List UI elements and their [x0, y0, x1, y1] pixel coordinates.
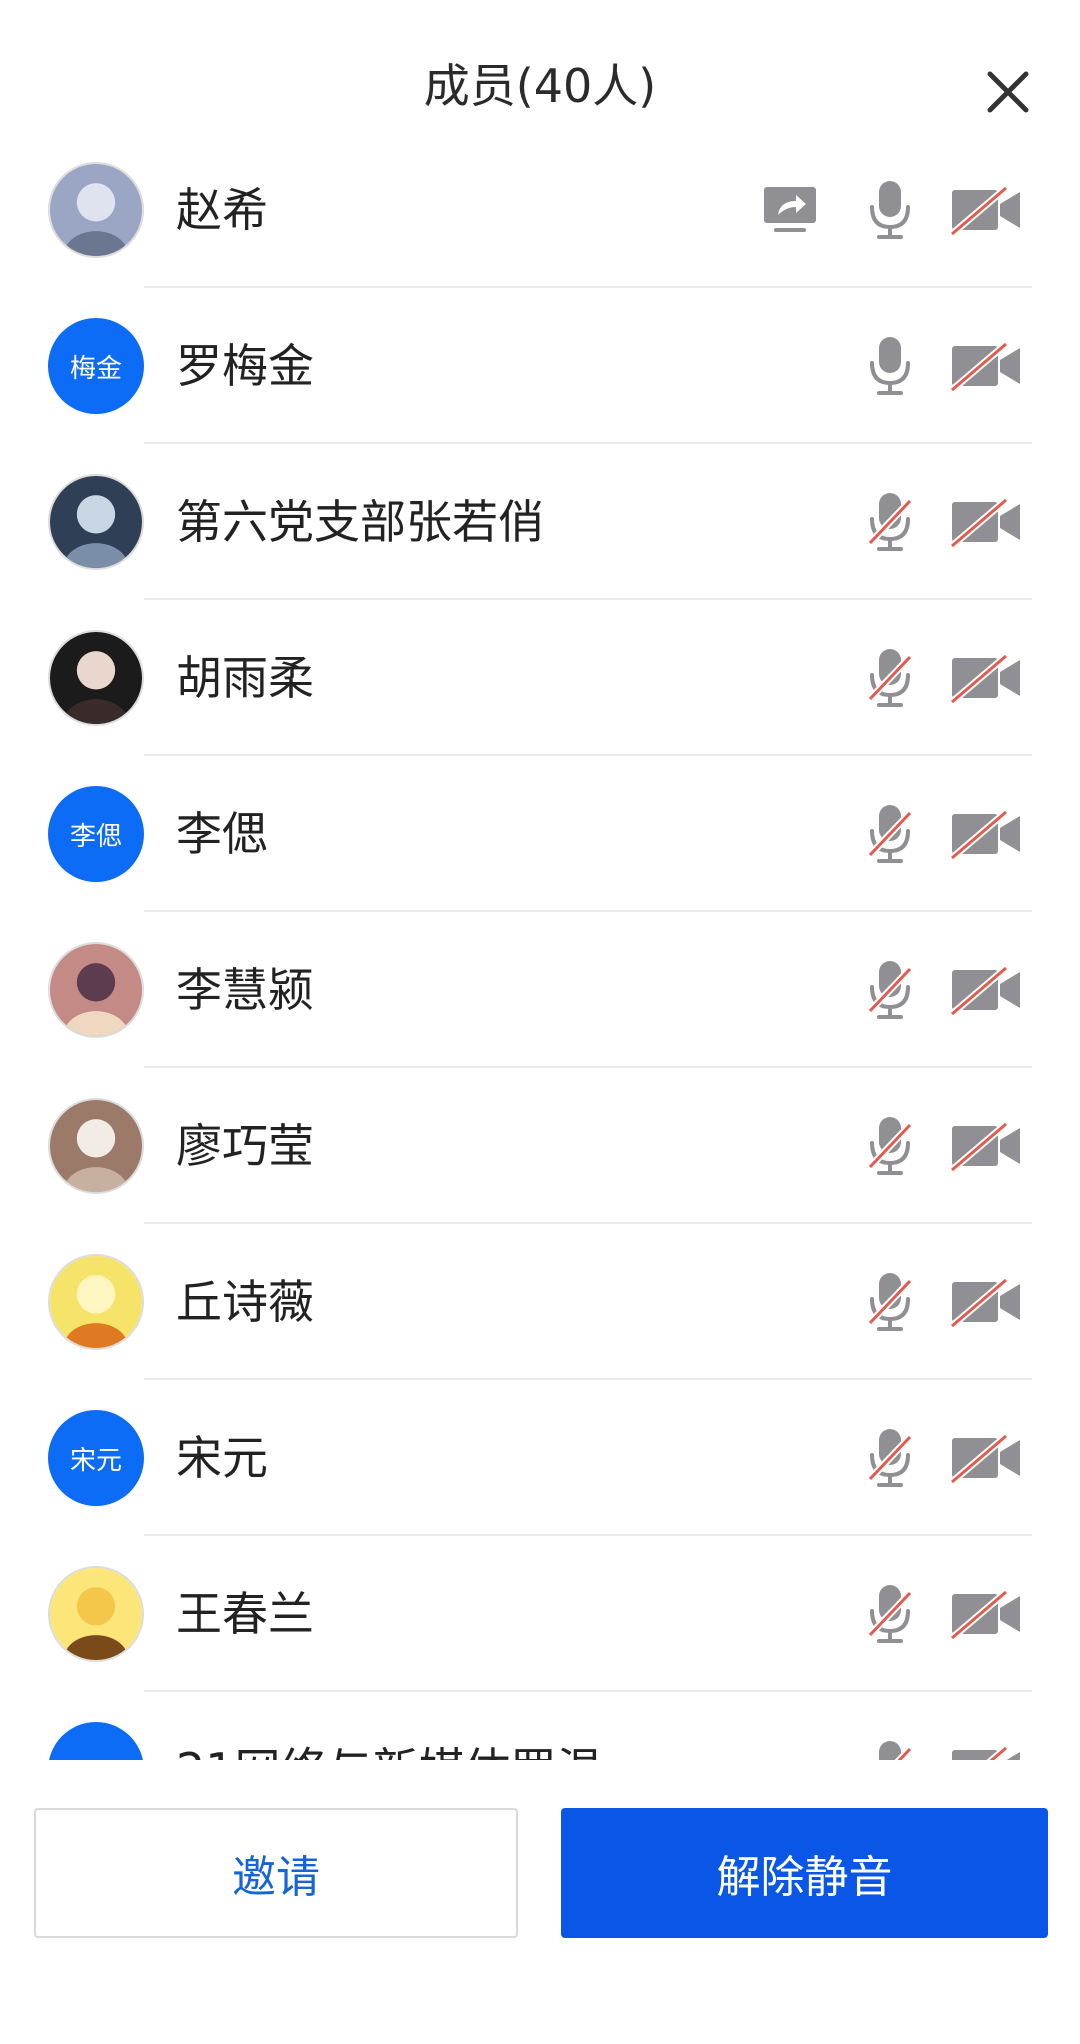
sheet-header: 成员(40人) — [0, 0, 1080, 160]
camera-off-icon[interactable] — [948, 1432, 1024, 1484]
close-button[interactable] — [976, 60, 1040, 124]
camera-off-icon[interactable] — [948, 1276, 1024, 1328]
member-status-icons — [750, 174, 1024, 246]
member-status-icons — [858, 1266, 1024, 1338]
mic-muted-icon[interactable] — [858, 491, 922, 553]
member-row[interactable]: 胡雨柔 — [0, 600, 1080, 756]
member-status-icons — [858, 1110, 1024, 1182]
member-status-icons — [858, 1578, 1024, 1650]
member-row[interactable]: 梅金 罗梅金 — [0, 288, 1080, 444]
member-name: 李偲 — [176, 807, 268, 861]
mic-icon[interactable] — [858, 179, 922, 241]
footer-actions: 邀请 解除静音 — [0, 1760, 1080, 2044]
mic-muted-icon[interactable] — [858, 1427, 922, 1489]
camera-off-icon[interactable] — [948, 1744, 1024, 1760]
mic-muted-icon[interactable] — [858, 647, 922, 709]
member-name: 王春兰 — [176, 1587, 314, 1641]
member-list[interactable]: 赵希梅金罗梅金第六党支部张若俏胡雨柔李偲李偲李慧颍廖巧莹丘诗薇宋元宋元王春兰 21… — [0, 160, 1080, 1760]
member-name: 李慧颍 — [176, 963, 314, 1017]
avatar — [48, 1566, 144, 1662]
member-row[interactable]: 21网络与新媒体罗温 — [0, 1692, 1080, 1760]
member-name: 胡雨柔 — [176, 651, 314, 705]
mic-muted-icon[interactable] — [858, 1115, 922, 1177]
mic-muted-icon[interactable] — [858, 1583, 922, 1645]
camera-off-icon[interactable] — [948, 340, 1024, 392]
unmute-all-button[interactable]: 解除静音 — [561, 1808, 1048, 1938]
member-row[interactable]: 王春兰 — [0, 1536, 1080, 1692]
avatar — [48, 1098, 144, 1194]
member-row[interactable]: 第六党支部张若俏 — [0, 444, 1080, 600]
member-row[interactable]: 李偲 李偲 — [0, 756, 1080, 912]
avatar — [48, 474, 144, 570]
camera-off-icon[interactable] — [948, 496, 1024, 548]
avatar: 梅金 — [48, 318, 144, 414]
mic-muted-icon[interactable] — [858, 1271, 922, 1333]
avatar — [48, 1722, 144, 1760]
avatar — [48, 942, 144, 1038]
member-status-icons — [858, 954, 1024, 1026]
member-name: 21网络与新媒体罗温 — [176, 1742, 603, 1760]
mic-muted-icon[interactable] — [858, 1739, 922, 1760]
mic-muted-icon[interactable] — [858, 959, 922, 1021]
member-name: 廖巧莹 — [176, 1119, 314, 1173]
mic-icon[interactable] — [858, 335, 922, 397]
camera-off-icon[interactable] — [948, 184, 1024, 236]
avatar — [48, 1254, 144, 1350]
member-status-icons — [858, 486, 1024, 558]
page-title: 成员(40人) — [423, 59, 657, 113]
camera-off-icon[interactable] — [948, 964, 1024, 1016]
member-row[interactable]: 赵希 — [0, 160, 1080, 288]
camera-off-icon[interactable] — [948, 1588, 1024, 1640]
screen-share-icon[interactable] — [750, 185, 830, 235]
member-name: 赵希 — [176, 183, 268, 237]
member-row[interactable]: 廖巧莹 — [0, 1068, 1080, 1224]
avatar — [48, 162, 144, 258]
member-row[interactable]: 丘诗薇 — [0, 1224, 1080, 1380]
members-sheet: 成员(40人) 赵希梅金 罗梅金第六党支部张若俏 胡雨柔李偲 李偲李慧颍廖巧莹丘诗薇宋… — [0, 0, 1080, 2044]
invite-button[interactable]: 邀请 — [34, 1808, 518, 1938]
close-icon — [987, 71, 1029, 113]
mic-muted-icon[interactable] — [858, 803, 922, 865]
member-row[interactable]: 李慧颍 — [0, 912, 1080, 1068]
member-name: 丘诗薇 — [176, 1275, 314, 1329]
member-status-icons — [858, 642, 1024, 714]
member-status-icons — [858, 1734, 1024, 1760]
member-name: 第六党支部张若俏 — [176, 495, 544, 549]
avatar: 宋元 — [48, 1410, 144, 1506]
member-status-icons — [858, 330, 1024, 402]
member-name: 宋元 — [176, 1431, 268, 1485]
camera-off-icon[interactable] — [948, 1120, 1024, 1172]
member-name: 罗梅金 — [176, 339, 314, 393]
member-status-icons — [858, 798, 1024, 870]
camera-off-icon[interactable] — [948, 808, 1024, 860]
avatar: 李偲 — [48, 786, 144, 882]
member-status-icons — [858, 1422, 1024, 1494]
camera-off-icon[interactable] — [948, 652, 1024, 704]
member-row[interactable]: 宋元 宋元 — [0, 1380, 1080, 1536]
avatar — [48, 630, 144, 726]
